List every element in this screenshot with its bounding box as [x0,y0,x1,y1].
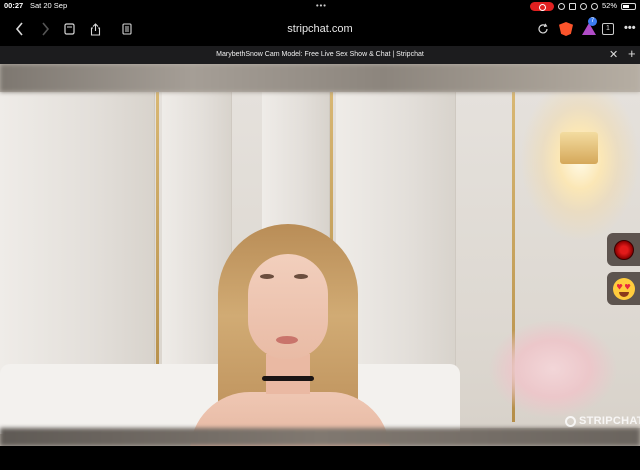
status-date: Sat 20 Sep [30,1,68,10]
lock-rotation-icon [568,2,576,10]
chevron-left-icon [15,22,23,36]
stripchat-logo-icon [565,415,576,427]
choker [262,376,314,381]
back-button[interactable] [12,20,26,38]
tab-bar: MarybethSnow Cam Model: Free Live Sex Sh… [0,46,640,64]
watermark-text: STRIPCHAT [579,415,640,427]
lips [276,336,298,344]
browser-toolbar: stripchat.com 7 1 ••• [0,12,640,46]
gold-trim [156,92,159,392]
battery-icon [621,2,636,10]
plus-icon: + [628,46,636,61]
eye [260,274,274,279]
heart-eyes-emoji-icon [612,277,635,300]
bottom-bar [0,446,640,470]
stripchat-watermark: STRIPCHAT [565,415,640,427]
moon-icon [590,2,598,10]
wall-lamp-glow [520,92,640,242]
status-icons: 52% [529,0,636,12]
reload-icon [538,23,548,34]
share-button[interactable] [88,20,102,38]
close-icon: ✕ [609,49,619,61]
reader-button[interactable] [120,20,134,38]
neck [266,354,310,394]
wifi-icon [557,2,565,10]
rewards-badge: 7 [588,17,597,26]
forward-button[interactable] [38,20,52,38]
tab-title[interactable]: MarybethSnow Cam Model: Free Live Sex Sh… [140,46,500,64]
streamer-figure [190,224,390,446]
status-bar: 00:27 Sat 20 Sep ••• 52% [0,0,640,12]
wall-lamp [560,132,598,164]
multitasking-dots[interactable]: ••• [316,0,327,12]
share-icon [90,22,100,36]
feather-decor [488,319,618,419]
headphones-icon [579,2,587,10]
top-blur-band [0,64,640,92]
tabs-button[interactable]: 1 [602,23,614,35]
close-tab-button[interactable]: ✕ [609,48,618,61]
bookmarks-button[interactable] [62,20,76,38]
video-player[interactable]: STRIPCHAT [0,64,640,446]
brave-shield-icon[interactable] [559,22,573,36]
screen-recording-indicator[interactable] [529,1,554,11]
reader-icon [122,23,132,35]
bookmark-icon [63,23,75,35]
chevron-right-icon [41,22,49,36]
reload-button[interactable] [536,20,550,38]
status-time: 00:27 [4,1,24,10]
bottom-blur-band [0,428,640,446]
record-button[interactable] [607,233,640,266]
new-tab-button[interactable]: + [628,46,636,61]
more-menu-button[interactable]: ••• [624,22,636,34]
record-dot-icon [613,239,634,260]
eye [294,274,308,279]
reaction-button[interactable] [607,272,640,305]
battery-percent: 52% [601,1,617,10]
address-bar[interactable]: stripchat.com [220,20,420,38]
